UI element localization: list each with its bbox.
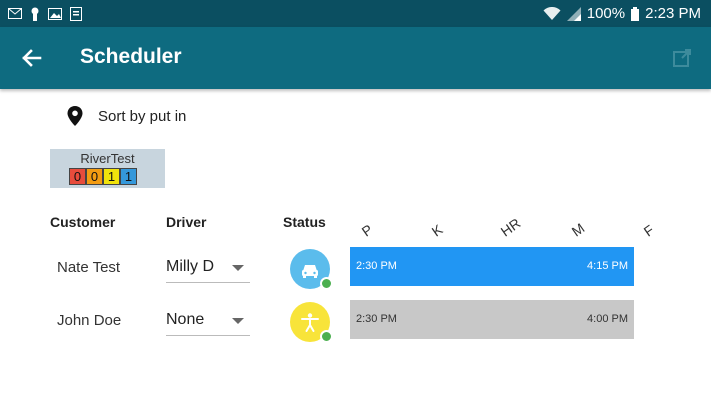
river-name: RiverTest — [80, 151, 135, 166]
schedule-bar[interactable]: 2:30 PM 4:00 PM — [350, 300, 634, 339]
keyhole-icon — [31, 7, 39, 21]
clock: 2:23 PM — [645, 5, 701, 22]
status-indicator[interactable] — [290, 302, 333, 343]
bar-start-time: 2:30 PM — [356, 260, 397, 272]
river-count-cell: 0 — [69, 168, 86, 185]
timeline-label-f: F — [640, 221, 657, 240]
timeline-label-hr: HR — [497, 214, 524, 240]
river-summary[interactable]: RiverTest 0 0 1 1 — [50, 149, 165, 188]
header-customer: Customer — [50, 214, 116, 230]
schedule-bar[interactable]: 2:30 PM 4:15 PM — [350, 247, 634, 286]
driver-value: Milly D — [166, 258, 214, 275]
river-count-cell: 0 — [86, 168, 103, 185]
timeline-label-m: M — [568, 219, 588, 240]
status-indicator[interactable] — [290, 249, 333, 290]
wifi-icon — [543, 6, 561, 20]
online-status-dot — [320, 330, 333, 343]
battery-level: 100% — [586, 5, 626, 22]
status-bar: 100% 2:23 PM — [0, 0, 711, 27]
document-icon — [70, 6, 82, 21]
chevron-down-icon — [232, 318, 244, 324]
open-external-button[interactable] — [671, 47, 693, 69]
river-count-cell: 1 — [103, 168, 120, 185]
timeline-label-k: K — [428, 221, 446, 240]
sort-label: Sort by put in — [98, 107, 187, 125]
arrow-left-icon — [22, 49, 42, 67]
header-driver: Driver — [166, 214, 207, 230]
mail-icon — [8, 8, 22, 19]
river-counts: 0 0 1 1 — [69, 168, 137, 185]
bar-end-time: 4:00 PM — [587, 313, 628, 325]
chevron-down-icon — [232, 265, 244, 271]
river-count-cell: 1 — [120, 168, 137, 185]
bar-end-time: 4:15 PM — [587, 260, 628, 272]
driver-value: None — [166, 311, 205, 328]
image-icon — [48, 7, 62, 20]
battery-icon — [631, 6, 640, 21]
timeline-label-p: P — [358, 221, 376, 240]
customer-name: John Doe — [57, 312, 122, 329]
sort-by-put-in-button[interactable]: Sort by put in — [66, 104, 186, 128]
driver-select[interactable]: Milly D — [166, 256, 250, 283]
bar-start-time: 2:30 PM — [356, 313, 397, 325]
customer-name: Nate Test — [57, 259, 121, 276]
driver-select[interactable]: None — [166, 309, 250, 336]
location-pin-icon — [67, 106, 83, 126]
open-external-icon — [673, 49, 691, 67]
signal-icon — [566, 6, 581, 21]
notification-icons — [8, 6, 82, 21]
back-button[interactable] — [18, 44, 46, 72]
app-bar: Scheduler — [0, 27, 711, 89]
online-status-dot — [320, 277, 333, 290]
header-status: Status — [283, 214, 326, 230]
page-title: Scheduler — [80, 45, 182, 68]
